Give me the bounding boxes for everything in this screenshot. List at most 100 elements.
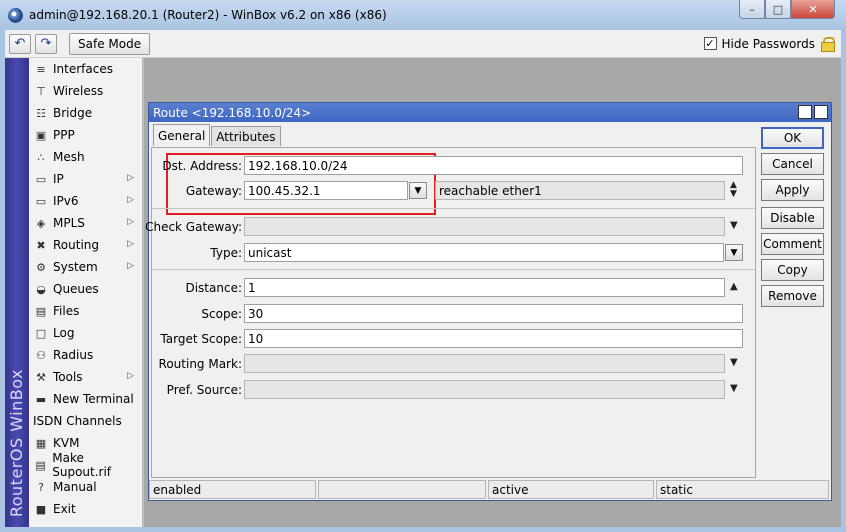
ok-button[interactable]: OK <box>761 127 824 149</box>
check-gateway-select[interactable] <box>244 217 725 236</box>
ip-icon: ▭ <box>35 172 47 186</box>
sidebar-item-tools[interactable]: ⚒ Tools ▷ <box>29 366 142 388</box>
type-select[interactable]: unicast <box>244 243 724 262</box>
distance-label: Distance: <box>185 281 242 295</box>
gateway-row: Gateway: 100.45.32.1 ▼ reachable ether1 … <box>152 181 752 201</box>
sidebar-item-exit[interactable]: ■ Exit <box>29 498 142 520</box>
sidebar-item-files[interactable]: ▤ Files <box>29 300 142 322</box>
sidebar-item-ip[interactable]: ▭ IP ▷ <box>29 168 142 190</box>
route-dialog: Route <192.168.10.0/24> □ ✕ General Attr… <box>145 102 832 501</box>
status-cell <box>318 480 486 499</box>
safe-mode-button[interactable]: Safe Mode <box>69 32 151 55</box>
sidebar-item-manual[interactable]: ? Manual <box>29 476 142 498</box>
dropdown-arrow-icon: ▼ <box>730 247 738 258</box>
manual-icon: ? <box>38 480 44 494</box>
sidebar-item-label: Queues <box>53 282 99 296</box>
close-button[interactable]: ✕ <box>791 0 835 19</box>
disable-button[interactable]: Disable <box>761 207 824 229</box>
sidebar-item-isdn-channels[interactable]: ISDN Channels <box>29 410 142 432</box>
apply-button[interactable]: Apply <box>761 179 824 201</box>
sidebar-item-bridge[interactable]: ☷ Bridge <box>29 102 142 124</box>
target-scope-label: Target Scope: <box>160 332 242 346</box>
dropdown-arrow-icon: ▼ <box>414 185 422 196</box>
sidebar-item-wireless[interactable]: ⊤ Wireless <box>29 80 142 102</box>
dialog-title: Route <192.168.10.0/24> <box>153 105 312 120</box>
minimize-button[interactable]: – <box>739 0 765 19</box>
sidebar-item-ppp[interactable]: ▣ PPP <box>29 124 142 146</box>
submenu-arrow-icon: ▷ <box>127 217 134 227</box>
gateway-input[interactable]: 100.45.32.1 <box>244 181 408 200</box>
type-row: Type: unicast ▼ <box>152 243 752 263</box>
copy-button[interactable]: Copy <box>761 259 824 281</box>
sidebar-item-mesh[interactable]: ∴ Mesh <box>29 146 142 168</box>
dialog-controls: □ ✕ <box>798 105 828 119</box>
pref-source-row: Pref. Source: ▼ <box>152 380 752 400</box>
redo-button[interactable]: ↷ <box>35 33 57 54</box>
general-panel: Dst. Address: 192.168.10.0/24 Gateway: 1… <box>145 147 756 478</box>
winbox-app-icon <box>8 7 23 23</box>
sidebar-item-interfaces[interactable]: ≡ Interfaces <box>29 58 142 80</box>
system-icon: ⚙ <box>36 260 46 274</box>
sidebar-item-mpls[interactable]: ◈ MPLS ▷ <box>29 212 142 234</box>
files-icon: ▤ <box>35 304 47 318</box>
hide-passwords-checkbox[interactable]: ✓ <box>703 37 717 50</box>
distance-collapse-icon[interactable]: ▲ <box>730 281 738 292</box>
sidebar-item-log[interactable]: □ Log <box>29 322 142 344</box>
radius-icon: ⚇ <box>36 348 46 362</box>
sidebar-item-label: Exit <box>53 502 76 516</box>
type-dropdown-button[interactable]: ▼ <box>725 244 743 261</box>
distance-input[interactable]: 1 <box>244 278 725 297</box>
dialog-title-bar[interactable]: Route <192.168.10.0/24> □ ✕ <box>149 103 831 122</box>
tools-icon: ⚒ <box>36 370 46 384</box>
dialog-close-button[interactable]: ✕ <box>814 105 828 119</box>
pref-source-dropdown-icon[interactable]: ▼ <box>730 383 738 394</box>
sidebar-item-label: Tools <box>53 370 83 384</box>
routing-mark-select[interactable] <box>244 354 725 373</box>
routing-mark-dropdown-icon[interactable]: ▼ <box>730 357 738 368</box>
gateway-updown-icon[interactable]: ▲ ▼ <box>730 181 737 199</box>
wireless-icon: ⊤ <box>36 84 46 98</box>
kvm-icon: ▦ <box>35 436 47 450</box>
sidebar-item-label: MPLS <box>53 216 85 230</box>
tab-attributes[interactable]: Attributes <box>211 126 281 146</box>
sidebar-item-make-supout-rif[interactable]: ▤ Make Supout.rif <box>29 451 142 479</box>
gateway-dropdown-button[interactable]: ▼ <box>409 182 427 199</box>
dialog-restore-button[interactable]: □ <box>798 105 812 119</box>
status-active: active <box>488 480 654 499</box>
ppp-icon: ▣ <box>35 128 47 142</box>
pref-source-label: Pref. Source: <box>166 383 242 397</box>
sidebar-item-label: PPP <box>53 128 75 142</box>
sidebar-item-label: IPv6 <box>53 194 79 208</box>
dst-address-input[interactable]: 192.168.10.0/24 <box>244 156 743 175</box>
pref-source-select[interactable] <box>244 380 725 399</box>
undo-button[interactable]: ↶ <box>9 33 31 54</box>
scope-row: Scope: 30 <box>152 304 752 324</box>
sidebar-item-routing[interactable]: ✖ Routing ▷ <box>29 234 142 256</box>
submenu-arrow-icon: ▷ <box>127 261 134 271</box>
gateway-status: reachable ether1 <box>435 181 725 200</box>
sidebar-item-queues[interactable]: ◒ Queues <box>29 278 142 300</box>
log-icon: □ <box>35 326 47 340</box>
sidebar-item-ipv6[interactable]: ▭ IPv6 ▷ <box>29 190 142 212</box>
window-controls: – □ ✕ <box>739 0 835 19</box>
maximize-button[interactable]: □ <box>765 0 791 19</box>
sidebar-item-label: IP <box>53 172 64 186</box>
hide-passwords-toggle[interactable]: ✓ Hide Passwords <box>703 36 835 52</box>
target-scope-input[interactable]: 10 <box>244 329 743 348</box>
sidebar-item-label: New Terminal <box>53 392 134 406</box>
sidebar-item-radius[interactable]: ⚇ Radius <box>29 344 142 366</box>
scope-input[interactable]: 30 <box>244 304 743 323</box>
dst-address-label: Dst. Address: <box>162 159 242 173</box>
check-gateway-dropdown-icon[interactable]: ▼ <box>730 220 738 231</box>
comment-button[interactable]: Comment <box>761 233 824 255</box>
sidebar-item-label: Log <box>53 326 75 340</box>
lock-icon <box>821 37 835 52</box>
dialog-status-bar: enabled active static <box>149 480 831 500</box>
cancel-button[interactable]: Cancel <box>761 153 824 175</box>
queues-icon: ◒ <box>36 282 46 296</box>
hide-passwords-label: Hide Passwords <box>721 36 815 51</box>
sidebar-item-new-terminal[interactable]: ▬ New Terminal <box>29 388 142 410</box>
tab-general[interactable]: General <box>153 124 211 146</box>
remove-button[interactable]: Remove <box>761 285 824 307</box>
sidebar-item-system[interactable]: ⚙ System ▷ <box>29 256 142 278</box>
